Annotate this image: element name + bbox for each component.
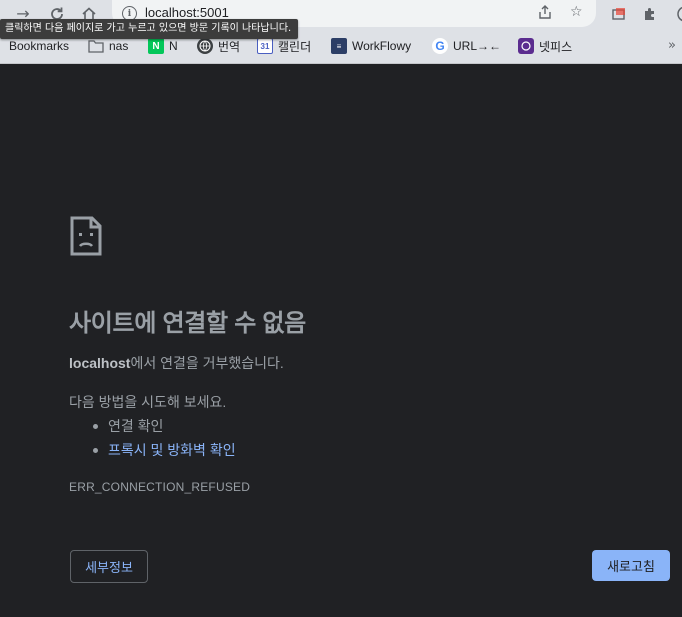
bookmark-label: WorkFlowy [352, 39, 412, 53]
bookmarks-overflow-chevron-icon[interactable]: » [668, 38, 676, 53]
share-icon[interactable] [538, 5, 552, 22]
google-icon: G [432, 38, 448, 54]
suggestion-link-text[interactable]: 프록시 및 방화벽 확인 [108, 440, 236, 460]
bookmark-url[interactable]: G URL→← [432, 37, 501, 55]
bookmark-label: Bookmarks [9, 39, 70, 53]
naver-icon: N [148, 38, 164, 54]
tab-search-icon[interactable] [608, 4, 630, 24]
suggestion-text: 연결 확인 [108, 418, 164, 434]
bookmark-nas[interactable]: nas [88, 37, 128, 55]
bookmark-calendar[interactable]: 31 캘린더 [257, 37, 311, 55]
netpis-icon [518, 38, 534, 54]
calendar-icon: 31 [257, 38, 273, 54]
sad-page-icon [70, 216, 102, 256]
bullet [93, 447, 98, 453]
tooltip: 클릭하면 다음 페이지로 가고 누르고 있으면 방문 기록이 나타납니다. [0, 19, 299, 39]
profile-icon[interactable] [670, 4, 682, 24]
bookmark-label: 번역 [218, 39, 241, 54]
error-message-text: 에서 연결을 거부했습니다. [130, 355, 284, 371]
bookmark-workflowy[interactable]: ≡ WorkFlowy [331, 37, 411, 55]
error-host: localhost [69, 355, 131, 371]
address-url[interactable]: localhost:5001 [145, 5, 229, 20]
bookmark-n[interactable]: N N [148, 37, 178, 55]
suggestions-heading: 다음 방법을 시도해 보세요. [69, 394, 227, 410]
reload-button[interactable]: 새로고침 [592, 550, 670, 581]
folder-icon [88, 38, 104, 54]
bookmark-bookmarks[interactable]: Bookmarks [9, 37, 69, 55]
bookmark-star-icon[interactable]: ☆ [570, 5, 583, 19]
globe-icon [197, 38, 213, 54]
extensions-puzzle-icon[interactable] [639, 4, 661, 24]
bookmark-label: 캘린더 [278, 39, 312, 54]
error-title: 사이트에 연결할 수 없음 [69, 310, 306, 337]
bookmark-label: N [169, 39, 178, 53]
bullet [93, 423, 98, 429]
error-code: ERR_CONNECTION_REFUSED [69, 480, 251, 494]
bookmark-translate[interactable]: 번역 [197, 37, 240, 55]
bookmark-netpis[interactable]: 넷피스 [518, 37, 572, 55]
error-message: localhost에서 연결을 거부했습니다. [69, 353, 284, 373]
bookmark-label: 넷피스 [539, 39, 573, 54]
bookmark-label: URL→← [453, 39, 502, 53]
suggestion-check-connection: 연결 확인 [93, 416, 163, 436]
suggestion-check-proxy-firewall[interactable]: 프록시 및 방화벽 확인 [93, 440, 236, 460]
bookmark-label: nas [109, 39, 129, 53]
workflowy-icon: ≡ [331, 38, 347, 54]
details-button[interactable]: 세부정보 [70, 550, 148, 583]
